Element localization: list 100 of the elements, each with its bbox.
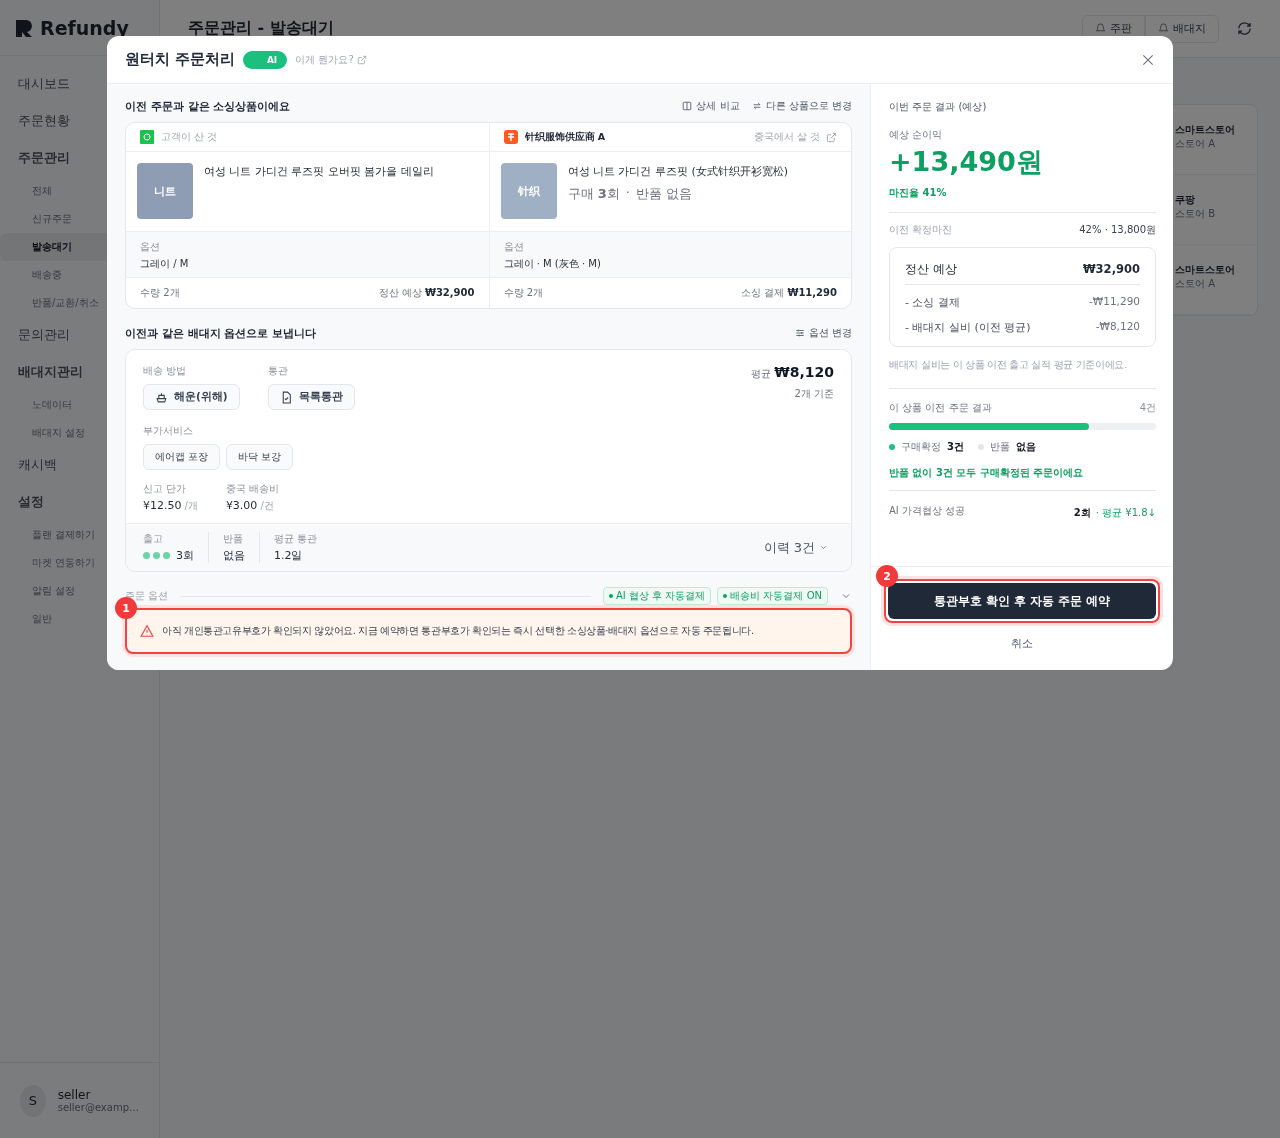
history-title: 이 상품 이전 주문 결과 [889,401,992,415]
purchase-count: 구매 3회 [567,185,620,203]
result-title: 이번 주문 결과 (예상) [889,100,988,114]
warning-text: 아직 개인통관고유부호가 확인되지 않았어요. 지금 예약하면 통관부호가 확인되는 즉시 선택한 소싱상품·배대지 옵션으로 자동 주문됩니다. [162,624,754,638]
dot-icon [163,552,170,559]
prev-margin-label: 이전 확정마진 [889,223,953,237]
close-icon[interactable] [1141,52,1155,67]
stat-value: 없음 [223,548,245,563]
store-name: 스토어 B [1175,207,1217,221]
user-avatar: S [20,1084,46,1117]
breakdown-label: 정산 예상 [905,262,957,277]
field-label: 부가서비스 [143,424,194,438]
dialog-title: 원터치 주문처리 [125,50,236,69]
history-count: 4건 [1139,401,1156,415]
reserve-order-button[interactable]: 통관부호 확인 후 자동 주문 예약 [888,583,1156,619]
field-label: 신고 단가 [143,482,188,496]
breakdown-value: -₩8,120 [1095,320,1140,334]
store-name: 스토어 A [1175,277,1217,291]
sliders-icon [794,328,805,338]
refresh-icon[interactable] [1237,21,1252,36]
breakdown-label: - 소싱 결제 [905,295,960,310]
stat-value: 1.2일 [274,548,303,563]
addon-chip[interactable]: 바닥 보강 [226,444,294,470]
warning-icon [140,624,154,638]
source-label: 고객이 산 것 [161,130,219,144]
negotiation-count: 2회 [1073,507,1091,518]
market-name: 스마트스토어 [1175,123,1236,137]
swap-icon [751,101,762,111]
bell-icon [1158,23,1169,34]
product-name: 여성 니트 가디건 루즈핏 오버핏 봄가을 데일리 [204,164,434,179]
breakdown-note: 배대지 실비는 이 상품 이전 출고 실적 평균 기준이에요. [889,359,1128,372]
amount: 정산 예상 ₩32,900 [378,286,475,300]
margin-rate: 마진율 41% [889,186,948,200]
breakdown-value: ₩32,900 [1082,262,1140,277]
stat-label: 출고 [143,532,164,546]
history-dropdown[interactable]: 이력 3건 [757,537,834,558]
annotation-badge: 1 [115,597,137,619]
section-title: 이전과 같은 배대지 옵션으로 보냅니다 [125,325,318,341]
average-note: 2개 기준 [793,387,834,401]
page-title: 주문관리 - 발송대기 [188,18,335,39]
stat-value: 3회 [176,548,194,563]
quantity: 수량 2개 [503,286,544,300]
cancel-button[interactable]: 취소 [1005,635,1039,652]
dot-icon [143,552,150,559]
breakdown-value: -₩11,290 [1089,295,1140,309]
legend-label: 구매확정 [901,440,941,454]
amount: 소싱 결제 ₩11,290 [741,286,837,300]
fee-value: ¥12.50 /개 [143,499,198,513]
negotiation-label: AI 가격협상 성공 [889,503,966,518]
negotiation-detail: · 평균 ¥1.8↓ [1095,507,1156,518]
market-name: 스마트스토어 [1175,263,1236,277]
chevron-down-icon [819,543,828,552]
ai-toggle[interactable]: AI [243,50,288,69]
annotation-badge: 2 [876,565,898,587]
external-link-icon [356,54,367,65]
option-tag: 배송비 자동결제 ON [717,587,828,605]
profit-value: +13,490원 [889,145,1044,179]
product-thumbnail: 니트 [137,163,193,219]
option-value: 그레이 · M (灰色 · M) [503,257,602,271]
legend-value: 없음 [1015,440,1036,454]
stat-label: 평균 통관 [274,532,318,546]
customs-chip[interactable]: 목록통관 [267,384,355,410]
source-link[interactable]: 중국에서 살 것 [753,130,837,144]
profit-label: 예상 순이익 [889,128,944,142]
stat-label: 반품 [223,532,244,546]
logo-text: Refundy [40,16,129,39]
average-cost: 평균 ₩8,120 [751,364,834,381]
legend-value: 3건 [947,440,964,454]
section-title: 이전 주문과 같은 소싱상품이에요 [125,98,292,114]
quantity: 수량 2개 [140,286,180,300]
store-name: 스토어 A [1175,137,1217,151]
source-label: 针织服饰供应商 A [524,130,607,144]
action-link[interactable]: 옵션 변경 [794,326,852,340]
ship-icon [155,390,168,404]
prev-margin-value: 42% · 13,800원 [1079,223,1156,237]
legend-label: 반품 [989,440,1010,454]
logo-icon [14,17,34,38]
addon-chip[interactable]: 에어캡 포장 [143,444,221,470]
help-link[interactable]: 이게 뭔가요? [295,52,367,67]
dot-icon [153,552,160,559]
fee-value: ¥3.00 /건 [225,499,275,513]
action-link[interactable]: 상세 비교 [682,99,740,113]
option-label: 옵션 [503,240,525,254]
bell-icon [1095,23,1106,34]
field-label: 통관 [267,364,289,378]
breakdown-label: - 배대지 실비 (이전 평균) [905,320,1031,335]
external-link-icon [826,131,837,143]
product-thumbnail: 针织 [500,163,557,219]
header-button[interactable]: 배대지 [1145,14,1219,43]
field-label: 중국 배송비 [225,482,280,496]
separator-dot: · [625,185,630,202]
action-link[interactable]: 다른 상품으로 변경 [751,99,852,113]
history-message: 반품 없이 3건 모두 구매확정된 주문이에요 [889,466,1085,480]
user-email: seller@examp… [57,1102,139,1113]
market-name: 쿠팡 [1175,193,1196,207]
product-name: 여성 니트 가디건 루즈핏 (女式针织开衫宽松) [567,164,789,179]
option-tag: AI 협상 후 자동결제 [602,587,712,605]
field-label: 배송 방법 [143,364,188,378]
shipping-method-chip[interactable]: 해운(위해) [143,384,240,410]
user-name: seller [57,1088,92,1102]
